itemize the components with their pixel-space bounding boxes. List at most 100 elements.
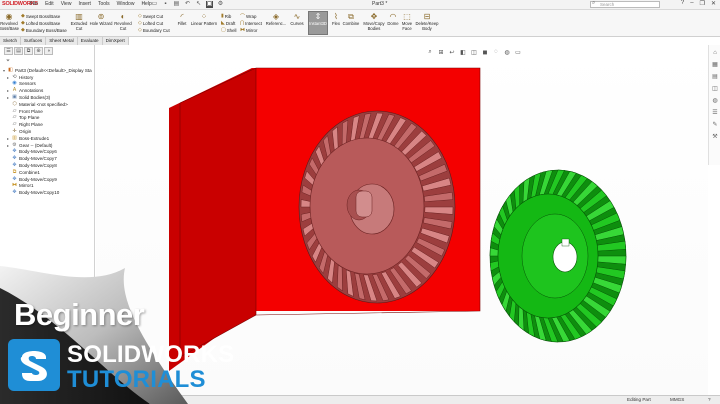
expand-arrow-icon[interactable]: ▸ [6, 143, 10, 148]
delete-keep-body-button[interactable]: ⊟ Delete/Keep Body [415, 12, 439, 31]
tab-surfaces[interactable]: Surfaces [21, 37, 47, 45]
draft-button[interactable]: ◣ Draft [221, 20, 235, 26]
flex-button[interactable]: ⌇ Flex [331, 12, 341, 27]
feature-tree-tab-icon[interactable]: ☰ [4, 47, 13, 55]
display-manager-tab-icon[interactable]: ◑ [44, 47, 53, 55]
forum-icon[interactable]: ✎ [711, 121, 719, 129]
expand-arrow-icon[interactable]: ▾ [2, 68, 6, 73]
shell-button[interactable]: ▢ Shell [221, 27, 237, 33]
tree-item-label: Body-Move/Copy10 [19, 190, 60, 196]
revolved-cut-label: Revolved Cut [114, 21, 132, 31]
options-icon[interactable]: ⚙ [217, 1, 224, 8]
menu-edit[interactable]: Edit [45, 1, 54, 7]
brand-tutorials-text: TUTORIALS [67, 366, 206, 393]
reference-geometry-button[interactable]: ◈ Referenc... [266, 12, 286, 27]
mirror-button[interactable]: ⧓ Mirror [240, 27, 257, 33]
search-input[interactable]: ⌕ Search [590, 0, 660, 8]
status-units[interactable]: MMGS [670, 397, 684, 402]
rib-button[interactable]: ▮ Rib [221, 13, 231, 19]
close-icon[interactable]: ✕ [711, 0, 716, 7]
curves-button[interactable]: ∿ Curves [289, 12, 305, 27]
revolved-boss-label: Revolved Boss/Base [0, 21, 20, 31]
save-icon[interactable]: ▪ [162, 1, 169, 8]
wrap-icon: ⌒ [240, 14, 246, 20]
tree-item[interactable]: ◉ Sensors [2, 81, 96, 88]
open-icon[interactable]: ▭ [151, 1, 158, 8]
combine-button[interactable]: ⧉ Combine [342, 12, 360, 27]
select-icon[interactable]: ↖ [195, 1, 202, 8]
restore-icon[interactable]: ❐ [700, 0, 705, 7]
solid-bodies-icon: ▣ [12, 94, 17, 101]
tree-item[interactable]: ▱ Front Plane [2, 108, 96, 115]
fillet-button[interactable]: ◜ Fillet [175, 12, 189, 27]
file-explorer-icon[interactable]: ▤ [711, 73, 719, 81]
extruded-cut-button[interactable]: ▥ Extruded Cut [70, 12, 88, 31]
status-mode: Editing Part [627, 397, 651, 402]
toolbox-icon[interactable]: ⚒ [711, 133, 719, 141]
extrude-icon: ▥ [12, 134, 17, 141]
revolved-cut-button[interactable]: ◐ Revolved Cut [114, 12, 132, 31]
expand-arrow-icon[interactable]: ▸ [6, 95, 10, 100]
design-library-icon[interactable]: ▦ [711, 61, 719, 69]
dimxpert-tab-icon[interactable]: ⊕ [34, 47, 43, 55]
print-icon[interactable]: ▤ [173, 1, 180, 8]
resources-icon[interactable]: ⌂ [711, 49, 719, 57]
swept-cut-button[interactable]: ◇ Swept Cut [138, 13, 163, 19]
hole-wizard-button[interactable]: ⊚ Hole Wizard [90, 12, 113, 27]
menu-file[interactable]: File [30, 1, 38, 7]
instant3d-button[interactable]: ⇕ Instant3D [308, 11, 328, 35]
green-gear[interactable] [489, 169, 627, 343]
lofted-cut-button[interactable]: ◇ Lofted Cut [138, 20, 163, 26]
dome-button[interactable]: ◠ Dome [387, 12, 399, 27]
tab-dimxpert[interactable]: DimXpert [102, 37, 129, 45]
boundary-boss-button[interactable]: ◆ Boundary Boss/Base [21, 27, 67, 33]
tree-item[interactable]: ⧉ Combine1 [2, 169, 96, 176]
undo-icon[interactable]: ↶ [184, 1, 191, 8]
boundary-cut-button[interactable]: ◇ Boundary Cut [138, 27, 170, 33]
tree-item[interactable]: ✥ Body-Move/Copy10 [2, 189, 96, 196]
minimize-icon[interactable]: – [690, 0, 693, 7]
menu-tools[interactable]: Tools [98, 1, 110, 7]
expand-arrow-icon[interactable]: ▸ [6, 88, 10, 93]
tree-item[interactable]: ▸ ▥ Boss-Extrude1 [2, 135, 96, 142]
tree-item[interactable]: ▱ Top Plane [2, 115, 96, 122]
rebuild-icon[interactable]: ▣ [206, 1, 213, 8]
expand-arrow-icon[interactable]: ▸ [6, 136, 10, 141]
property-manager-tab-icon[interactable]: ▤ [14, 47, 23, 55]
intersect-button[interactable]: ⋂ Intersect [240, 20, 262, 26]
menu-insert[interactable]: Insert [78, 1, 91, 7]
wrap-button[interactable]: ⌒ Wrap [240, 13, 256, 20]
revolved-boss-button[interactable]: ◉ Revolved Boss/Base [0, 12, 20, 31]
menu-window[interactable]: Window [117, 1, 135, 7]
appearances-icon[interactable]: ◍ [711, 97, 719, 105]
menu-view[interactable]: View [61, 1, 72, 7]
tree-item[interactable]: ▾ ◧ Part3 (Default<<Default>_Display Sta [2, 67, 96, 74]
expand-arrow-icon[interactable]: ▸ [6, 75, 10, 80]
tree-item[interactable]: ✛ Origin [2, 128, 96, 135]
tree-item-label: Combine1 [19, 169, 40, 175]
tree-item-label: Solid Bodies(3) [19, 95, 51, 101]
move-copy-icon: ✥ [12, 155, 17, 162]
move-face-button[interactable]: ⬚ Move Face [400, 12, 414, 31]
tab-sketch[interactable]: Sketch [0, 37, 22, 45]
filter-icon[interactable]: ⏷ [6, 58, 10, 64]
linear-pattern-button[interactable]: ⁘ Linear Pattern [190, 12, 218, 27]
help-status-icon[interactable]: ? [708, 397, 711, 402]
block-left-shade [180, 69, 252, 357]
new-icon[interactable]: ▫ [140, 1, 147, 8]
tree-item[interactable]: ▸ ▣ Solid Bodies(3) [2, 94, 96, 101]
swept-boss-button[interactable]: ◆ Swept Boss/Base [21, 13, 60, 19]
view-palette-icon[interactable]: ◫ [711, 85, 719, 93]
lofted-boss-button[interactable]: ◆ Lofted Boss/Base [21, 20, 60, 26]
tree-item[interactable]: ⬡ Material <not specified> [2, 101, 96, 108]
move-copy-bodies-button[interactable]: ✥ Move/Copy Bodies [362, 12, 386, 31]
move-copy-icon: ✥ [12, 175, 17, 182]
tab-sheet-metal[interactable]: Sheet Metal [46, 37, 78, 45]
cut-gear-tooth [337, 264, 343, 292]
configuration-tab-icon[interactable]: ⧉ [24, 47, 33, 55]
tree-item[interactable]: ✥ Body-Move/Copy8 [2, 162, 96, 169]
custom-properties-icon[interactable]: ☰ [711, 109, 719, 117]
tab-evaluate[interactable]: Evaluate [77, 37, 103, 45]
tree-item-label: Material <not specified> [19, 101, 68, 107]
help-icon[interactable]: ? [681, 0, 684, 7]
